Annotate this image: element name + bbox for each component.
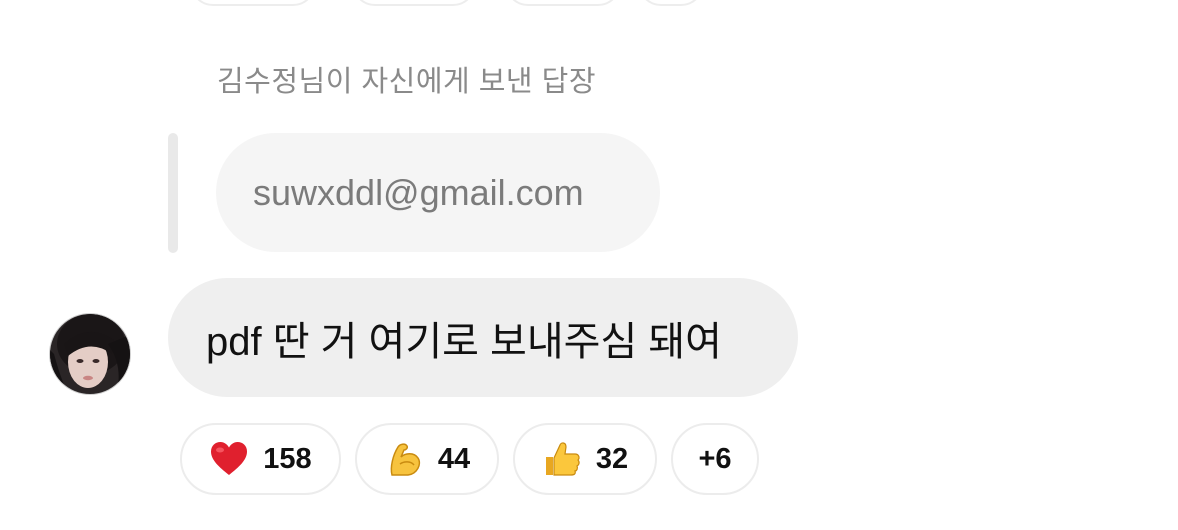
message-bubble[interactable]: pdf 딴 거 여기로 보내주심 돼여 [168, 278, 798, 397]
heart-icon [211, 442, 248, 475]
more-reactions-count: +6 [698, 442, 732, 475]
reply-header: 김수정님이 자신에게 보낸 답장 [217, 66, 597, 98]
previous-reaction-pill[interactable] [505, 0, 621, 6]
avatar-image [50, 314, 130, 394]
previous-reaction-pill[interactable] [352, 0, 476, 6]
reactions-bar: 158 44 32 +6 [180, 423, 759, 495]
quoted-message-bubble[interactable]: suwxddl@gmail.com [216, 133, 660, 252]
more-reactions-button[interactable]: +6 [671, 423, 759, 495]
message-text: pdf 딴 거 여기로 보내주심 돼여 [206, 319, 722, 364]
previous-reaction-pill[interactable] [190, 0, 316, 6]
reply-indicator-bar [168, 133, 178, 253]
flexed-biceps-icon [390, 443, 420, 476]
reaction-count: 158 [263, 442, 312, 475]
reaction-thumbs-up[interactable]: 32 [513, 423, 657, 495]
reaction-heart[interactable]: 158 [180, 423, 341, 495]
previous-reaction-pill[interactable] [638, 0, 704, 6]
thumbs-up-icon [545, 442, 580, 476]
reaction-count: 44 [437, 442, 471, 475]
avatar[interactable] [49, 313, 131, 395]
reaction-flexed-biceps[interactable]: 44 [355, 423, 499, 495]
quoted-message-text: suwxddl@gmail.com [253, 171, 584, 213]
reaction-count: 32 [595, 442, 629, 475]
